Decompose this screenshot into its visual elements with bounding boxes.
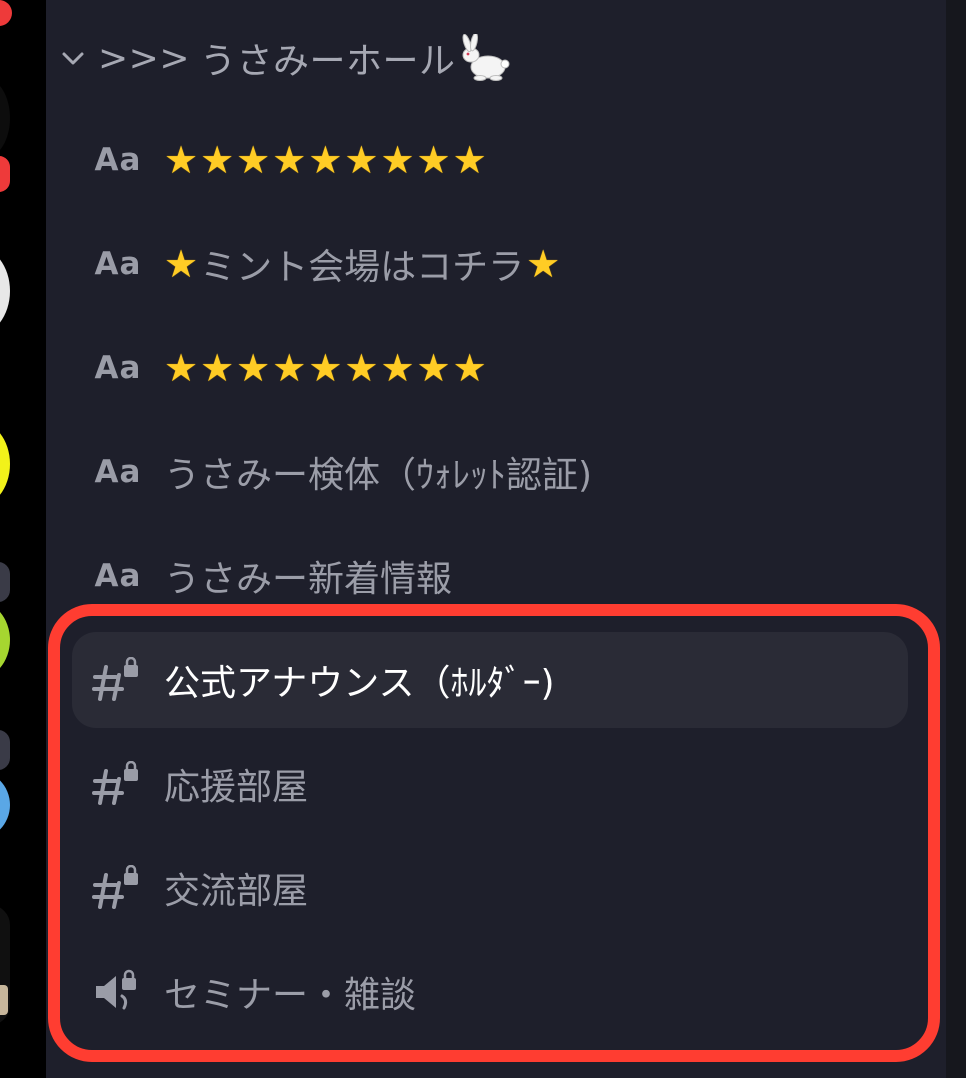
channel-row-mint[interactable]: Aa ★ ミント会場はコチラ ★ — [72, 216, 908, 312]
locked-hash-icon — [72, 657, 164, 703]
chevron-down-icon[interactable] — [60, 40, 86, 76]
star-emoji-icon: ★ — [452, 346, 487, 390]
channel-name: セミナー・雑談 — [164, 975, 417, 1016]
channel-name: うさみー検体（ｳｫﾚｯﾄ認証) — [164, 455, 593, 496]
channel-row-kentai[interactable]: Aa うさみー検体（ｳｫﾚｯﾄ認証) — [72, 424, 908, 520]
notification-dot — [0, 156, 10, 192]
channel-name: うさみー新着情報 — [164, 559, 453, 600]
star-emoji-icon: ★ — [236, 346, 271, 390]
channel-row-seminar-voice[interactable]: セミナー・雑談 — [72, 944, 908, 1040]
aa-channel-icon: Aa — [94, 454, 142, 490]
channel-name: 交流部屋 — [164, 871, 309, 912]
category-header[interactable]: >>> うさみーホール — [60, 28, 512, 88]
aa-channel-icon: Aa — [94, 142, 142, 178]
star-emoji-icon: ★ — [380, 138, 415, 182]
server-icon[interactable] — [0, 420, 10, 508]
server-icon[interactable] — [0, 770, 10, 840]
aa-channel-icon: Aa — [94, 350, 142, 386]
channel-row-stars-1[interactable]: Aa ★ ★ ★ ★ ★ ★ ★ ★ ★ — [72, 112, 908, 208]
channel-row-news[interactable]: Aa うさみー新着情報 — [72, 528, 908, 624]
server-icon[interactable] — [0, 246, 10, 336]
star-emoji-icon: ★ — [452, 138, 487, 182]
star-emoji-icon: ★ — [272, 346, 307, 390]
star-emoji-icon: ★ — [526, 242, 561, 286]
star-emoji-icon: ★ — [164, 242, 199, 286]
channel-name: 公式アナウンス（ﾎﾙﾀﾞｰ) — [164, 663, 555, 704]
aa-channel-icon: Aa — [94, 246, 142, 282]
star-emoji-icon: ★ — [416, 346, 451, 390]
server-icon[interactable] — [0, 600, 10, 680]
category-prefix: >>> — [98, 37, 190, 79]
aa-channel-icon: Aa — [94, 558, 142, 594]
server-rail — [0, 0, 46, 1078]
channel-row-announcement[interactable]: 公式アナウンス（ﾎﾙﾀﾞｰ) — [72, 632, 908, 728]
star-emoji-icon: ★ — [200, 138, 235, 182]
channel-row-stars-2[interactable]: Aa ★ ★ ★ ★ ★ ★ ★ ★ ★ — [72, 320, 908, 416]
star-emoji-icon: ★ — [272, 138, 307, 182]
channel-row-support[interactable]: 応援部屋 — [72, 736, 908, 832]
star-emoji-icon: ★ — [200, 346, 235, 390]
star-emoji-icon: ★ — [416, 138, 451, 182]
notification-dot — [0, 0, 12, 26]
star-emoji-icon: ★ — [236, 138, 271, 182]
rabbit-emoji-icon — [462, 34, 510, 81]
badge-dot — [0, 562, 10, 602]
badge-dot — [0, 730, 10, 770]
star-emoji-icon: ★ — [164, 346, 199, 390]
star-emoji-icon: ★ — [164, 138, 199, 182]
star-emoji-icon: ★ — [308, 138, 343, 182]
star-emoji-icon: ★ — [344, 346, 379, 390]
star-divider: ★ ★ ★ ★ ★ ★ ★ ★ ★ — [164, 349, 489, 387]
category-name: うさみーホール — [200, 41, 456, 82]
star-emoji-icon: ★ — [308, 346, 343, 390]
star-divider: ★ ★ ★ ★ ★ ★ ★ ★ ★ — [164, 141, 489, 179]
channel-name: ミント会場はコチラ — [200, 247, 525, 288]
channel-row-exchange[interactable]: 交流部屋 — [72, 840, 908, 936]
star-emoji-icon: ★ — [344, 138, 379, 182]
scroll-gutter — [946, 0, 966, 1078]
server-icon[interactable] — [0, 78, 10, 158]
server-icon-thumbnail — [0, 985, 8, 1015]
channel-name: 応援部屋 — [164, 767, 309, 808]
locked-hash-icon — [72, 865, 164, 911]
locked-hash-icon — [72, 761, 164, 807]
star-emoji-icon: ★ — [380, 346, 415, 390]
channel-label: ★ ミント会場はコチラ ★ — [164, 238, 562, 290]
locked-speaker-icon — [72, 968, 164, 1016]
